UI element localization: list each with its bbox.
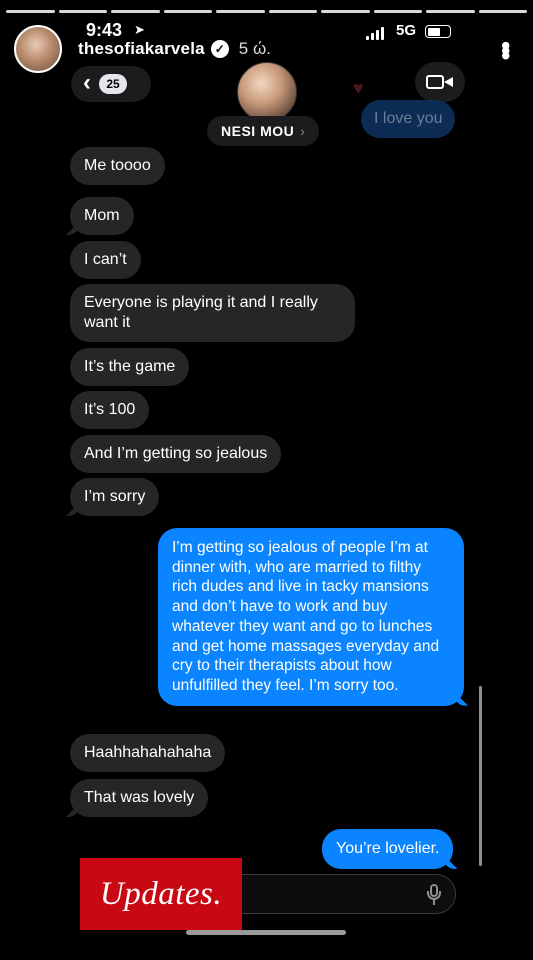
outgoing-message[interactable]: I’m getting so jealous of people I’m at … [158, 528, 464, 706]
progress-segment [216, 10, 265, 13]
more-options-icon[interactable]: ••• [491, 41, 521, 56]
video-call-button[interactable] [415, 62, 465, 102]
progress-segment [321, 10, 370, 13]
contact-avatar[interactable] [237, 62, 297, 122]
chevron-right-icon: › [300, 123, 306, 139]
incoming-message[interactable]: And I’m getting so jealous [70, 435, 282, 473]
progress-segment [6, 10, 55, 13]
contact-name: NESI MOU [221, 123, 295, 139]
incoming-message[interactable]: I’m sorry [70, 478, 160, 516]
scrollbar[interactable] [479, 686, 482, 866]
message-input[interactable] [218, 874, 456, 914]
incoming-message[interactable]: Me toooo [70, 147, 165, 185]
incoming-message[interactable]: Everyone is playing it and I really want… [70, 284, 355, 342]
progress-segment [163, 10, 212, 13]
story-progress-bar [6, 10, 527, 13]
incoming-message[interactable]: Mom [70, 197, 134, 235]
back-button[interactable]: ‹ 25 [71, 66, 151, 102]
progress-segment [111, 10, 160, 13]
video-camera-icon [426, 72, 454, 92]
story-username[interactable]: thesofiakarvela [78, 39, 205, 59]
story-timestamp: 5 ώ. [238, 39, 271, 58]
chevron-left-icon: ‹ [83, 68, 91, 96]
progress-segment [268, 10, 317, 13]
updates-sticker: Updates. [80, 858, 242, 930]
unread-count-badge: 25 [99, 74, 127, 94]
progress-segment [478, 10, 527, 13]
outgoing-message[interactable]: You’re lovelier. [322, 829, 454, 869]
faded-outgoing-message: I love you [361, 100, 456, 138]
story-avatar[interactable] [14, 25, 62, 73]
microphone-icon[interactable] [427, 884, 441, 906]
home-indicator[interactable] [186, 930, 346, 935]
incoming-message[interactable]: That was lovely [70, 779, 209, 817]
heart-reaction-icon: ♥ [353, 78, 364, 98]
verified-badge-icon: ✓ [210, 40, 229, 58]
incoming-message[interactable]: Haahhahahahaha [70, 734, 226, 772]
progress-segment [58, 10, 107, 13]
contact-name-button[interactable]: NESI MOU › [207, 116, 320, 146]
incoming-message[interactable]: It’s the game [70, 348, 190, 386]
incoming-message[interactable]: It’s 100 [70, 391, 150, 429]
incoming-message[interactable]: I can’t [70, 241, 141, 279]
progress-segment [426, 10, 475, 13]
progress-segment [373, 10, 422, 13]
